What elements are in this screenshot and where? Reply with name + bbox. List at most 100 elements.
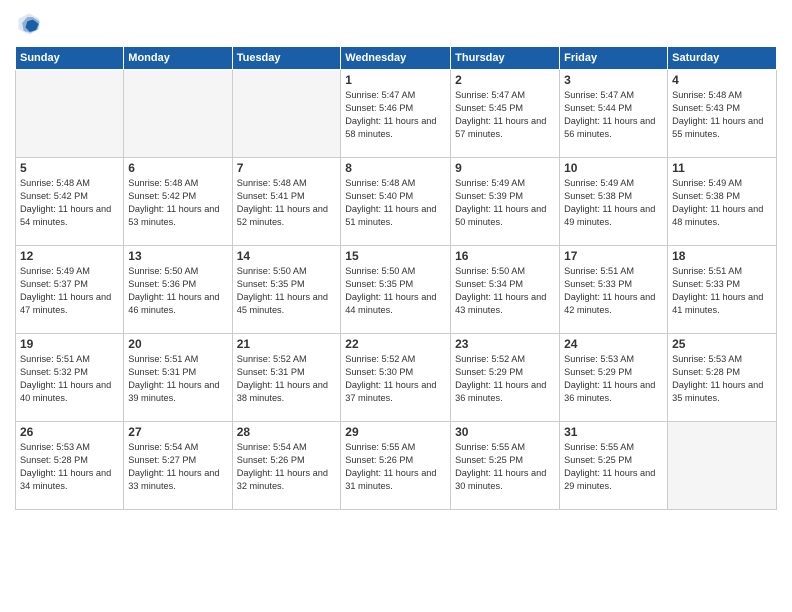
day-number: 6 xyxy=(128,161,227,175)
day-cell: 16 Sunrise: 5:50 AMSunset: 5:34 PMDayligh… xyxy=(451,246,560,334)
cell-info: Sunrise: 5:50 AMSunset: 5:35 PMDaylight:… xyxy=(237,265,337,317)
cell-info: Sunrise: 5:52 AMSunset: 5:30 PMDaylight:… xyxy=(345,353,446,405)
day-cell: 20Sunrise: 5:51 AMSunset: 5:31 PMDayligh… xyxy=(124,334,232,422)
logo-icon xyxy=(15,10,43,38)
day-header-wednesday: Wednesday xyxy=(341,47,451,70)
day-header-saturday: Saturday xyxy=(668,47,777,70)
day-number: 12 xyxy=(20,249,119,263)
cell-info: Sunrise: 5:49 AMSunset: 5:38 PMDaylight:… xyxy=(672,177,772,229)
day-cell: 22 Sunrise: 5:52 AMSunset: 5:30 PMDayligh… xyxy=(341,334,451,422)
day-cell: 8 Sunrise: 5:48 AMSunset: 5:40 PMDaylight… xyxy=(341,158,451,246)
day-number: 3 xyxy=(564,73,663,87)
calendar-header: SundayMondayTuesdayWednesdayThursdayFrid… xyxy=(16,47,777,70)
cell-info: Sunrise: 5:53 AMSunset: 5:29 PMDaylight:… xyxy=(564,353,663,405)
cell-info: Sunrise: 5:51 AMSunset: 5:32 PMDaylight:… xyxy=(20,353,119,405)
day-number: 1 xyxy=(345,73,446,87)
cell-info: Sunrise: 5:48 AMSunset: 5:42 PMDaylight:… xyxy=(20,177,119,229)
day-cell: 2 Sunrise: 5:47 AMSunset: 5:45 PMDaylight… xyxy=(451,70,560,158)
day-cell xyxy=(16,70,124,158)
day-number: 15 xyxy=(345,249,446,263)
calendar-table: SundayMondayTuesdayWednesdayThursdayFrid… xyxy=(15,46,777,510)
day-number: 29 xyxy=(345,425,446,439)
cell-info: Sunrise: 5:55 AMSunset: 5:26 PMDaylight:… xyxy=(345,441,446,493)
day-number: 23 xyxy=(455,337,555,351)
cell-info: Sunrise: 5:50 AMSunset: 5:34 PMDaylight:… xyxy=(455,265,555,317)
cell-info: Sunrise: 5:48 AMSunset: 5:43 PMDaylight:… xyxy=(672,89,772,141)
cell-info: Sunrise: 5:47 AMSunset: 5:46 PMDaylight:… xyxy=(345,89,446,141)
day-cell: 7 Sunrise: 5:48 AMSunset: 5:41 PMDaylight… xyxy=(232,158,341,246)
day-number: 22 xyxy=(345,337,446,351)
cell-info: Sunrise: 5:48 AMSunset: 5:40 PMDaylight:… xyxy=(345,177,446,229)
day-number: 30 xyxy=(455,425,555,439)
day-number: 13 xyxy=(128,249,227,263)
day-number: 17 xyxy=(564,249,663,263)
day-header-monday: Monday xyxy=(124,47,232,70)
day-number: 4 xyxy=(672,73,772,87)
day-number: 7 xyxy=(237,161,337,175)
day-number: 31 xyxy=(564,425,663,439)
cell-info: Sunrise: 5:50 AMSunset: 5:36 PMDaylight:… xyxy=(128,265,227,317)
week-row-1: 1 Sunrise: 5:47 AMSunset: 5:46 PMDaylight… xyxy=(16,70,777,158)
day-headers-row: SundayMondayTuesdayWednesdayThursdayFrid… xyxy=(16,47,777,70)
day-number: 2 xyxy=(455,73,555,87)
day-cell: 11 Sunrise: 5:49 AMSunset: 5:38 PMDayligh… xyxy=(668,158,777,246)
day-number: 18 xyxy=(672,249,772,263)
day-cell: 24 Sunrise: 5:53 AMSunset: 5:29 PMDayligh… xyxy=(560,334,668,422)
day-cell: 18 Sunrise: 5:51 AMSunset: 5:33 PMDayligh… xyxy=(668,246,777,334)
week-row-4: 19 Sunrise: 5:51 AMSunset: 5:32 PMDayligh… xyxy=(16,334,777,422)
day-cell: 14 Sunrise: 5:50 AMSunset: 5:35 PMDayligh… xyxy=(232,246,341,334)
cell-info: Sunrise: 5:55 AMSunset: 5:25 PMDaylight:… xyxy=(564,441,663,493)
day-number: 10 xyxy=(564,161,663,175)
day-number: 25 xyxy=(672,337,772,351)
cell-info: Sunrise: 5:55 AMSunset: 5:25 PMDaylight:… xyxy=(455,441,555,493)
cell-info: Sunrise: 5:52 AMSunset: 5:29 PMDaylight:… xyxy=(455,353,555,405)
page-header xyxy=(15,10,777,38)
day-cell: 10 Sunrise: 5:49 AMSunset: 5:38 PMDayligh… xyxy=(560,158,668,246)
day-number: 16 xyxy=(455,249,555,263)
day-cell: 5Sunrise: 5:48 AMSunset: 5:42 PMDaylight… xyxy=(16,158,124,246)
calendar-container: SundayMondayTuesdayWednesdayThursdayFrid… xyxy=(0,0,792,612)
cell-info: Sunrise: 5:51 AMSunset: 5:33 PMDaylight:… xyxy=(564,265,663,317)
cell-info: Sunrise: 5:54 AMSunset: 5:26 PMDaylight:… xyxy=(237,441,337,493)
day-cell: 9Sunrise: 5:49 AMSunset: 5:39 PMDaylight… xyxy=(451,158,560,246)
day-cell: 12 Sunrise: 5:49 AMSunset: 5:37 PMDayligh… xyxy=(16,246,124,334)
cell-info: Sunrise: 5:51 AMSunset: 5:31 PMDaylight:… xyxy=(128,353,227,405)
day-header-tuesday: Tuesday xyxy=(232,47,341,70)
cell-info: Sunrise: 5:47 AMSunset: 5:45 PMDaylight:… xyxy=(455,89,555,141)
day-number: 27 xyxy=(128,425,227,439)
cell-info: Sunrise: 5:51 AMSunset: 5:33 PMDaylight:… xyxy=(672,265,772,317)
day-cell: 28Sunrise: 5:54 AMSunset: 5:26 PMDayligh… xyxy=(232,422,341,510)
day-cell: 17 Sunrise: 5:51 AMSunset: 5:33 PMDayligh… xyxy=(560,246,668,334)
day-cell: 6 Sunrise: 5:48 AMSunset: 5:42 PMDaylight… xyxy=(124,158,232,246)
day-cell: 3Sunrise: 5:47 AMSunset: 5:44 PMDaylight… xyxy=(560,70,668,158)
cell-info: Sunrise: 5:54 AMSunset: 5:27 PMDaylight:… xyxy=(128,441,227,493)
day-cell xyxy=(232,70,341,158)
cell-info: Sunrise: 5:49 AMSunset: 5:39 PMDaylight:… xyxy=(455,177,555,229)
day-cell: 27 Sunrise: 5:54 AMSunset: 5:27 PMDayligh… xyxy=(124,422,232,510)
day-cell: 4 Sunrise: 5:48 AMSunset: 5:43 PMDaylight… xyxy=(668,70,777,158)
day-number: 19 xyxy=(20,337,119,351)
cell-info: Sunrise: 5:48 AMSunset: 5:41 PMDaylight:… xyxy=(237,177,337,229)
cell-info: Sunrise: 5:49 AMSunset: 5:37 PMDaylight:… xyxy=(20,265,119,317)
day-cell: 25 Sunrise: 5:53 AMSunset: 5:28 PMDayligh… xyxy=(668,334,777,422)
cell-info: Sunrise: 5:49 AMSunset: 5:38 PMDaylight:… xyxy=(564,177,663,229)
cell-info: Sunrise: 5:48 AMSunset: 5:42 PMDaylight:… xyxy=(128,177,227,229)
day-number: 14 xyxy=(237,249,337,263)
cell-info: Sunrise: 5:53 AMSunset: 5:28 PMDaylight:… xyxy=(672,353,772,405)
day-number: 8 xyxy=(345,161,446,175)
day-number: 21 xyxy=(237,337,337,351)
day-cell: 15 Sunrise: 5:50 AMSunset: 5:35 PMDayligh… xyxy=(341,246,451,334)
day-header-sunday: Sunday xyxy=(16,47,124,70)
day-cell: 19 Sunrise: 5:51 AMSunset: 5:32 PMDayligh… xyxy=(16,334,124,422)
day-number: 11 xyxy=(672,161,772,175)
day-cell: 13 Sunrise: 5:50 AMSunset: 5:36 PMDayligh… xyxy=(124,246,232,334)
calendar-body: 1 Sunrise: 5:47 AMSunset: 5:46 PMDaylight… xyxy=(16,70,777,510)
day-cell: 31 Sunrise: 5:55 AMSunset: 5:25 PMDayligh… xyxy=(560,422,668,510)
logo xyxy=(15,10,47,38)
day-number: 26 xyxy=(20,425,119,439)
day-cell xyxy=(668,422,777,510)
cell-info: Sunrise: 5:52 AMSunset: 5:31 PMDaylight:… xyxy=(237,353,337,405)
day-number: 24 xyxy=(564,337,663,351)
day-cell: 21 Sunrise: 5:52 AMSunset: 5:31 PMDayligh… xyxy=(232,334,341,422)
cell-info: Sunrise: 5:50 AMSunset: 5:35 PMDaylight:… xyxy=(345,265,446,317)
